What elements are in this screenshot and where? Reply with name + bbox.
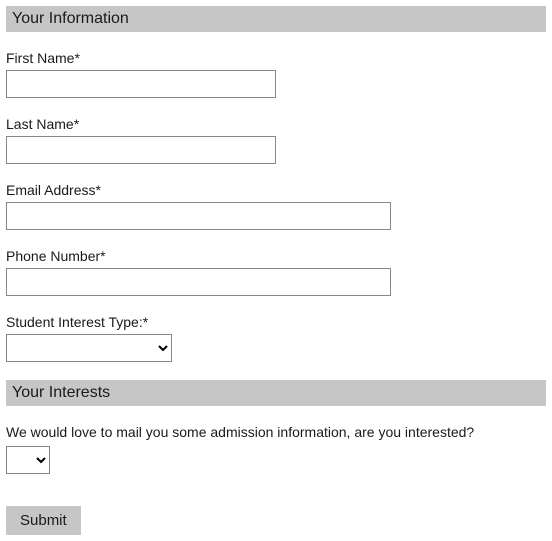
section-header-your-information: Your Information [6,6,546,32]
section-header-your-interests: Your Interests [6,380,546,406]
interest-type-select[interactable] [6,334,172,362]
mailing-interest-select[interactable] [6,446,50,474]
first-name-label: First Name* [6,50,546,66]
submit-button[interactable]: Submit [6,506,81,535]
field-last-name: Last Name* [6,116,546,164]
field-first-name: First Name* [6,50,546,98]
mailing-interest-question: We would love to mail you some admission… [6,424,546,440]
field-mailing-interest: We would love to mail you some admission… [6,424,546,474]
phone-input[interactable] [6,268,391,296]
interest-type-label: Student Interest Type:* [6,314,546,330]
email-input[interactable] [6,202,391,230]
field-interest-type: Student Interest Type:* [6,314,546,362]
field-email: Email Address* [6,182,546,230]
first-name-input[interactable] [6,70,276,98]
phone-label: Phone Number* [6,248,546,264]
email-label: Email Address* [6,182,546,198]
last-name-input[interactable] [6,136,276,164]
last-name-label: Last Name* [6,116,546,132]
field-phone: Phone Number* [6,248,546,296]
